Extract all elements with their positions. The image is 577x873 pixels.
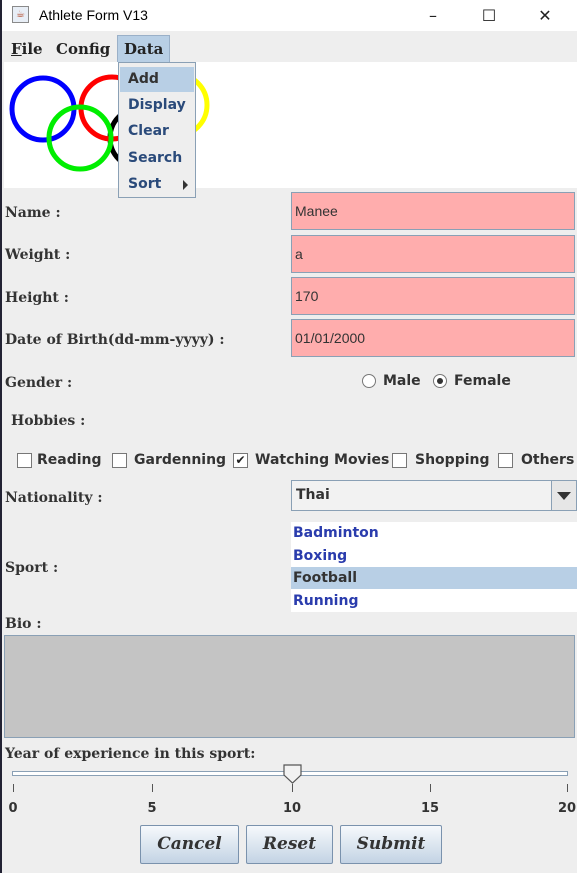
- sport-option-football[interactable]: Football: [291, 567, 577, 589]
- hobby-others-checkbox[interactable]: [498, 453, 513, 468]
- hobby-gardenning-label: Gardenning: [134, 452, 227, 468]
- menu-item-clear[interactable]: Clear: [120, 119, 194, 144]
- checkmark-icon: ✔: [235, 453, 246, 467]
- menu-item-sort-label: Sort: [128, 176, 162, 192]
- slider-tick: [13, 784, 14, 792]
- chevron-down-icon[interactable]: [551, 481, 576, 510]
- slider-tick-label-10: 10: [282, 801, 302, 816]
- sport-option-boxing[interactable]: Boxing: [291, 545, 577, 567]
- nationality-select[interactable]: Thai: [291, 480, 577, 511]
- hobby-gardenning-checkbox[interactable]: [112, 453, 127, 468]
- athlete-form-window: ☕ Athlete Form V13 – ☐ ✕ File Config Dat…: [2, 0, 577, 873]
- dob-field[interactable]: 01/01/2000: [291, 319, 575, 357]
- name-label: Name :: [5, 205, 61, 221]
- slider-tick: [292, 784, 293, 792]
- hobby-reading-checkbox[interactable]: [17, 453, 32, 468]
- java-app-icon: ☕: [12, 6, 29, 23]
- hobby-reading-label: Reading: [37, 452, 102, 468]
- bio-label: Bio :: [5, 616, 42, 632]
- menu-file-rest: ile: [21, 40, 43, 58]
- sport-label: Sport :: [5, 560, 59, 576]
- hobby-shopping-checkbox[interactable]: [392, 453, 407, 468]
- gender-male-label: Male: [383, 373, 421, 389]
- hobby-watching-movies-checkbox[interactable]: ✔: [233, 453, 248, 468]
- dob-label: Date of Birth(dd-mm-yyyy) :: [5, 332, 225, 348]
- weight-field[interactable]: a: [291, 235, 575, 273]
- height-field[interactable]: 170: [291, 277, 575, 315]
- bio-textarea[interactable]: [4, 635, 575, 738]
- slider-tick: [430, 784, 431, 792]
- reset-button[interactable]: Reset: [246, 825, 333, 864]
- slider-tick: [567, 784, 568, 792]
- slider-tick-label-5: 5: [147, 801, 157, 816]
- hobbies-label: Hobbies :: [11, 413, 86, 429]
- submit-button[interactable]: Submit: [340, 825, 442, 864]
- nationality-label: Nationality :: [5, 490, 103, 506]
- slider-tick-label-0: 0: [8, 801, 18, 816]
- slider-tick: [152, 784, 153, 792]
- slider-tick-label-20: 20: [557, 801, 577, 816]
- hobby-others-label: Others: [521, 452, 575, 468]
- menu-file[interactable]: File: [5, 37, 49, 62]
- maximize-icon[interactable]: ☐: [466, 0, 512, 31]
- hobby-shopping-label: Shopping: [415, 452, 490, 468]
- menu-data[interactable]: Data: [117, 35, 171, 64]
- close-icon[interactable]: ✕: [522, 0, 568, 31]
- olympic-rings-logo: [4, 62, 577, 188]
- gender-female-label: Female: [454, 373, 511, 389]
- sport-option-running[interactable]: Running: [291, 590, 577, 612]
- slider-tick-label-15: 15: [420, 801, 440, 816]
- window-title: Athlete Form V13: [39, 7, 148, 23]
- title-bar: ☕ Athlete Form V13 – ☐ ✕: [2, 0, 577, 31]
- menu-item-sort[interactable]: Sort: [120, 172, 194, 197]
- submenu-arrow-icon: [183, 180, 188, 190]
- experience-label: Year of experience in this sport:: [5, 746, 256, 762]
- gender-label: Gender :: [5, 375, 73, 391]
- menu-file-mnemonic: F: [11, 40, 22, 58]
- nationality-selected-value: Thai: [296, 487, 330, 503]
- menu-config[interactable]: Config: [50, 37, 116, 62]
- menu-item-display[interactable]: Display: [120, 93, 194, 118]
- name-field[interactable]: Manee: [291, 192, 575, 230]
- hobby-watching-movies-label: Watching Movies: [255, 452, 390, 468]
- weight-label: Weight :: [5, 247, 71, 263]
- gender-female-radio[interactable]: [433, 374, 447, 388]
- data-menu-dropdown: Add Display Clear Search Sort: [118, 62, 196, 198]
- menu-item-add[interactable]: Add: [120, 67, 194, 92]
- gender-male-radio[interactable]: [362, 374, 376, 388]
- experience-slider-thumb[interactable]: [283, 764, 303, 784]
- menu-bar: File Config Data: [2, 31, 577, 64]
- minimize-icon[interactable]: –: [410, 0, 456, 31]
- height-label: Height :: [5, 290, 69, 306]
- menu-item-search[interactable]: Search: [120, 146, 194, 171]
- sport-option-badminton[interactable]: Badminton: [291, 522, 577, 544]
- sport-list[interactable]: Badminton Boxing Football Running: [291, 522, 577, 612]
- cancel-button[interactable]: Cancel: [140, 825, 239, 864]
